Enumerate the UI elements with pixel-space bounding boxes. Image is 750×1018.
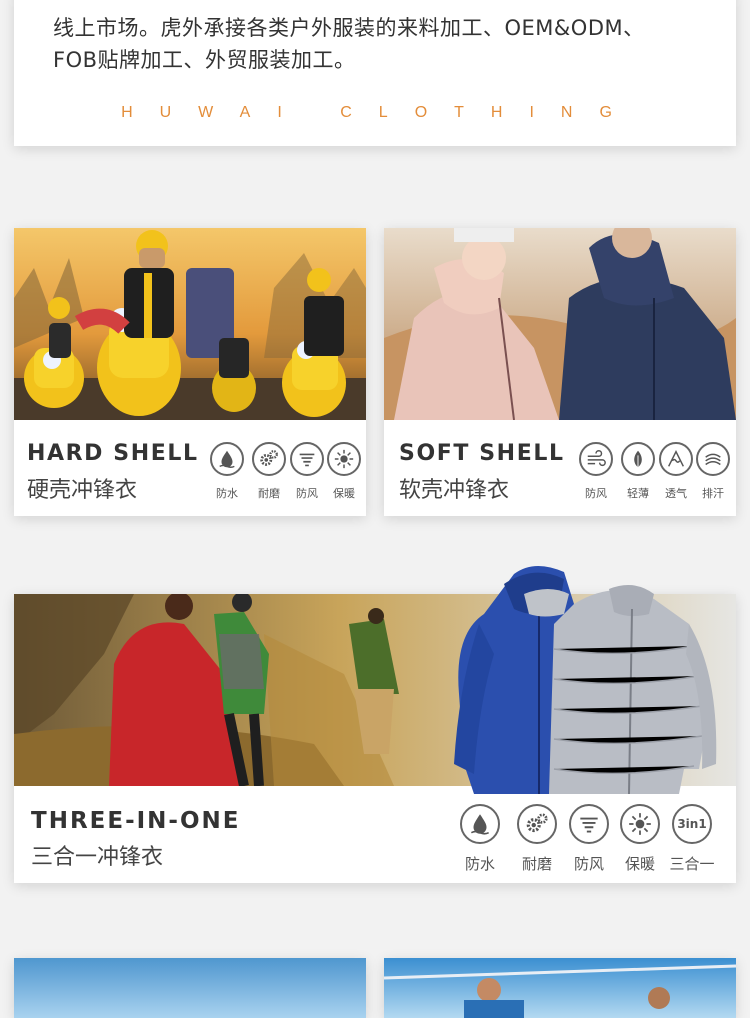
breathable-icon [659, 442, 693, 476]
wicking-icon [696, 442, 730, 476]
next-product-photo-left [14, 958, 366, 1018]
feature-warmth: 保暖 [322, 442, 366, 501]
feature-three-in-one: 3in1 三合一 [664, 804, 720, 874]
wind-icon [290, 442, 324, 476]
soft-shell-photo [384, 228, 736, 420]
feature-label: 排汗 [702, 487, 724, 500]
feature-windproof: 防风 [561, 804, 617, 874]
feature-waterproof: 防水 [205, 442, 249, 501]
feature-label: 保暖 [333, 487, 355, 500]
wind-icon [569, 804, 609, 844]
sun-icon [620, 804, 660, 844]
feature-abrasion: 耐磨 [509, 804, 565, 874]
brand-tagline: HUWAI CLOTHING [121, 104, 639, 121]
intro-text-line-2: FOB贴牌加工、外贸服装加工。 [53, 48, 356, 72]
hard-shell-photo [14, 228, 366, 420]
intro-text-line-1: 线上市场。虎外承接各类户外服装的来料加工、OEM&ODM、 [53, 16, 645, 40]
three-in-one-icon-text: 3in1 [677, 817, 707, 831]
feature-label: 耐磨 [521, 855, 552, 873]
feature-wicking: 排汗 [691, 442, 735, 501]
feature-label: 保暖 [624, 855, 655, 873]
intro-card: 线上市场。虎外承接各类户外服装的来料加工、OEM&ODM、 FOB贴牌加工、外贸… [14, 0, 736, 146]
three-in-one-icon: 3in1 [672, 804, 712, 844]
feature-label: 三合一 [669, 855, 715, 873]
feature-waterproof: 防水 [452, 804, 508, 874]
wind-icon [579, 442, 613, 476]
water-drop-icon [460, 804, 500, 844]
sun-icon [327, 442, 361, 476]
hard-shell-title: HARD SHELL [27, 441, 199, 466]
three-in-one-photo [14, 565, 736, 795]
feature-label: 防风 [585, 487, 607, 500]
hard-shell-card[interactable]: HARD SHELL 硬壳冲锋衣 防水 耐磨 防风 保暖 [14, 228, 366, 516]
next-product-photo-right [384, 958, 736, 1018]
feature-windproof: 防风 [574, 442, 618, 501]
next-product-card-left[interactable] [14, 958, 366, 1018]
gears-icon [517, 804, 557, 844]
feather-icon [621, 442, 655, 476]
three-in-one-subtitle: 三合一冲锋衣 [31, 845, 164, 870]
soft-shell-title: SOFT SHELL [399, 441, 565, 466]
feature-warmth: 保暖 [612, 804, 668, 874]
feature-label: 防水 [216, 487, 238, 500]
gears-icon [252, 442, 286, 476]
water-drop-icon [210, 442, 244, 476]
feature-label: 防水 [464, 855, 495, 873]
three-in-one-title: THREE-IN-ONE [31, 808, 241, 834]
three-in-one-card[interactable]: THREE-IN-ONE 三合一冲锋衣 防水 耐磨 防风 保暖 3in1 三合一 [14, 565, 736, 883]
soft-shell-card[interactable]: SOFT SHELL 软壳冲锋衣 防风 轻薄 透气 排汗 [384, 228, 736, 516]
soft-shell-subtitle: 软壳冲锋衣 [399, 478, 510, 503]
hard-shell-subtitle: 硬壳冲锋衣 [27, 478, 138, 503]
feature-label: 防风 [573, 855, 604, 873]
next-product-card-right[interactable] [384, 958, 736, 1018]
